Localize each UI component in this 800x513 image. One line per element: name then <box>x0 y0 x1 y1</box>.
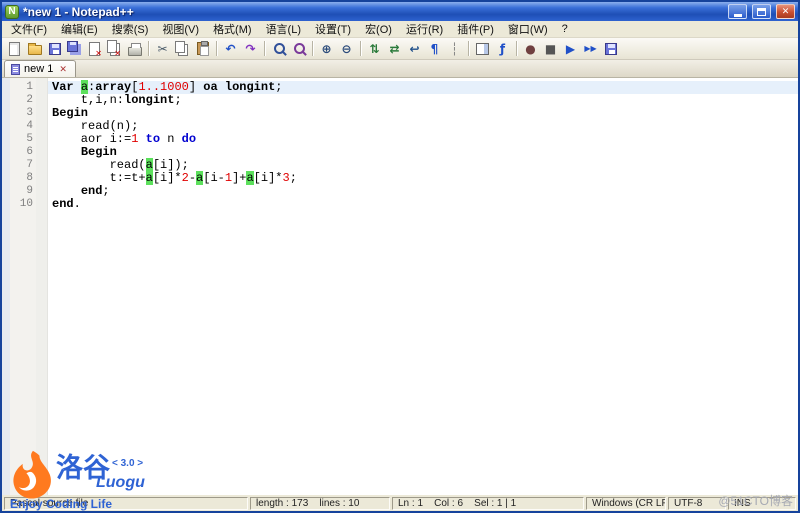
status-doctype: Pascal source file <box>4 497 248 510</box>
line-number[interactable]: 7 <box>10 159 36 172</box>
notepadpp-window: N *new 1 - Notepad++ ✕ 文件(F)编辑(E)搜索(S)视图… <box>0 0 800 513</box>
minimize-icon <box>734 14 742 17</box>
redo-icon[interactable]: ↷ <box>241 39 260 58</box>
run-macro-multiple-icon[interactable]: ▶▶ <box>581 39 600 58</box>
print-icon[interactable] <box>125 39 144 58</box>
indent-guide-icon[interactable]: ┆ <box>445 39 464 58</box>
toolbar-separator <box>516 41 517 56</box>
tab-label: new 1 <box>24 63 53 75</box>
menu-bar: 文件(F)编辑(E)搜索(S)视图(V)格式(M)语言(L)设置(T)宏(O)运… <box>2 21 798 38</box>
code-line[interactable]: 2 t,i,n:longint; <box>2 94 798 107</box>
window-title: *new 1 - Notepad++ <box>23 5 723 19</box>
menu-file[interactable]: 文件(F) <box>4 20 54 38</box>
tab-new-1[interactable]: new 1 ✕ <box>4 60 76 77</box>
paste-icon[interactable] <box>193 39 212 58</box>
close-icon: ✕ <box>782 6 790 17</box>
menu-settings[interactable]: 设置(T) <box>308 20 358 38</box>
line-number[interactable]: 9 <box>10 185 36 198</box>
line-number[interactable]: 4 <box>10 120 36 133</box>
line-number[interactable]: 3 <box>10 107 36 120</box>
close-all-icon[interactable] <box>105 39 124 58</box>
code-text: t,i,n:longint; <box>48 94 798 107</box>
menu-help[interactable]: ? <box>555 22 575 36</box>
save-icon[interactable] <box>45 39 64 58</box>
line-number[interactable]: 10 <box>10 198 36 211</box>
status-typing-mode[interactable]: INS <box>728 497 796 510</box>
menu-window[interactable]: 窗口(W) <box>501 20 555 38</box>
menu-view[interactable]: 视图(V) <box>155 20 206 38</box>
replace-icon[interactable] <box>289 39 308 58</box>
maximize-icon <box>757 8 766 16</box>
stop-recording-icon[interactable]: ■ <box>541 39 560 58</box>
line-number[interactable]: 1 <box>10 81 36 94</box>
code-text: t:=t+a[i]*2-a[i-1]+a[i]*3; <box>48 172 798 185</box>
find-icon[interactable] <box>269 39 288 58</box>
code-line[interactable]: 8 t:=t+a[i]*2-a[i-1]+a[i]*3; <box>2 172 798 185</box>
cut-icon[interactable]: ✂ <box>153 39 172 58</box>
notepadpp-icon: N <box>5 5 19 19</box>
toolbar-separator <box>216 41 217 56</box>
undo-icon[interactable]: ↶ <box>221 39 240 58</box>
document-icon <box>11 64 20 75</box>
line-number[interactable]: 6 <box>10 146 36 159</box>
copy-icon[interactable] <box>173 39 192 58</box>
toolbar-separator <box>312 41 313 56</box>
zoom-out-icon[interactable]: ⊖ <box>337 39 356 58</box>
editor[interactable]: 1Var a:array[1..1000] oa longint;2 t,i,n… <box>2 78 798 495</box>
sync-horizontal-scroll-icon[interactable]: ⇄ <box>385 39 404 58</box>
code-line[interactable]: 5 aor i:=1 to n do <box>2 133 798 146</box>
line-number[interactable]: 2 <box>10 94 36 107</box>
play-macro-icon[interactable]: ▶ <box>561 39 580 58</box>
open-folder-icon[interactable] <box>25 39 44 58</box>
save-all-icon[interactable] <box>65 39 84 58</box>
status-bar: Pascal source file length : 173 lines : … <box>2 495 798 511</box>
maximize-button[interactable] <box>752 4 771 19</box>
toolbar-separator <box>148 41 149 56</box>
code-line[interactable]: 9 end; <box>2 185 798 198</box>
toolbar: ✂↶↷⊕⊖⇅⇄↩¶┆ƒ●■▶▶▶ <box>2 38 798 60</box>
zoom-in-icon[interactable]: ⊕ <box>317 39 336 58</box>
close-file-icon[interactable] <box>85 39 104 58</box>
code-line[interactable]: 10 end. <box>2 198 798 211</box>
document-map-icon[interactable] <box>473 39 492 58</box>
status-encoding[interactable]: UTF-8 <box>668 497 726 510</box>
line-number[interactable]: 5 <box>10 133 36 146</box>
code-text: end; <box>48 185 798 198</box>
code-text: Begin <box>48 107 798 120</box>
code-area[interactable]: 1Var a:array[1..1000] oa longint;2 t,i,n… <box>2 78 798 211</box>
menu-search[interactable]: 搜索(S) <box>105 20 156 38</box>
toolbar-separator <box>360 41 361 56</box>
show-all-characters-icon[interactable]: ¶ <box>425 39 444 58</box>
menu-edit[interactable]: 编辑(E) <box>54 20 105 38</box>
status-length: length : 173 lines : 10 <box>250 497 390 510</box>
function-list-icon[interactable]: ƒ <box>493 39 512 58</box>
menu-plugins[interactable]: 插件(P) <box>450 20 501 38</box>
sync-vertical-scroll-icon[interactable]: ⇅ <box>365 39 384 58</box>
title-bar[interactable]: N *new 1 - Notepad++ ✕ <box>2 2 798 21</box>
status-eol-format[interactable]: Windows (CR LF) <box>586 497 666 510</box>
new-file-icon[interactable] <box>5 39 24 58</box>
save-macro-icon[interactable] <box>601 39 620 58</box>
tab-close-icon[interactable]: ✕ <box>57 64 69 75</box>
menu-run[interactable]: 运行(R) <box>399 20 450 38</box>
toolbar-separator <box>264 41 265 56</box>
code-text: end. <box>48 198 798 211</box>
menu-language[interactable]: 语言(L) <box>259 20 308 38</box>
minimize-button[interactable] <box>728 4 747 19</box>
menu-encoding[interactable]: 格式(M) <box>206 20 259 38</box>
tab-bar: new 1 ✕ <box>2 60 798 78</box>
menu-macro[interactable]: 宏(O) <box>358 20 399 38</box>
toolbar-separator <box>468 41 469 56</box>
record-macro-icon[interactable]: ● <box>521 39 540 58</box>
close-button[interactable]: ✕ <box>776 4 795 19</box>
word-wrap-icon[interactable]: ↩ <box>405 39 424 58</box>
code-text: aor i:=1 to n do <box>48 133 798 146</box>
status-cursor-position: Ln : 1 Col : 6 Sel : 1 | 1 <box>392 497 584 510</box>
line-number[interactable]: 8 <box>10 172 36 185</box>
